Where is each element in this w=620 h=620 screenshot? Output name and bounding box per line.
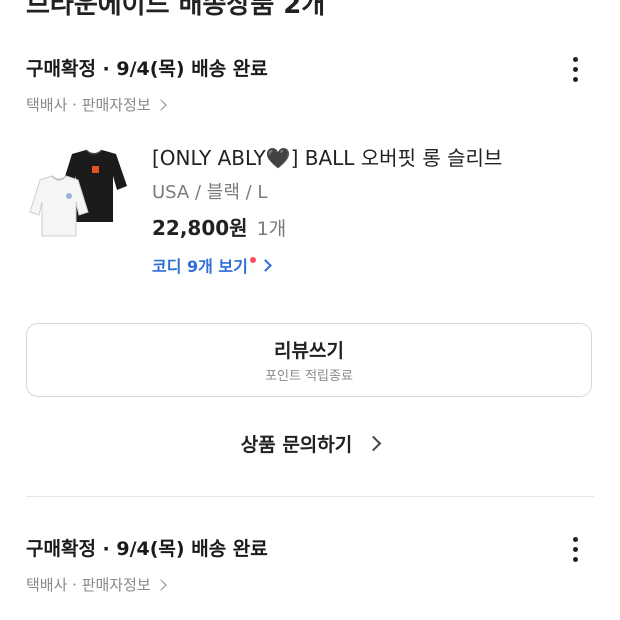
coordi-link[interactable]: 코디 9개 보기 (152, 253, 272, 277)
write-review-button[interactable]: 리뷰쓰기 포인트 적립종료 (26, 323, 592, 397)
coordi-link-label: 코디 9개 보기 (152, 257, 248, 276)
order-header: 구매확정 · 9/4(목) 배송 완료 (26, 534, 594, 564)
order-status: 구매확정 · 9/4(목) 배송 완료 (26, 58, 268, 80)
chevron-right-icon (155, 98, 167, 111)
product-image[interactable] (28, 140, 128, 240)
order-status: 구매확정 · 9/4(목) 배송 완료 (26, 538, 268, 560)
divider (26, 496, 594, 497)
more-vertical-icon[interactable] (570, 54, 580, 84)
product-option: USA / 블랙 / L (152, 182, 268, 203)
review-button-sub: 포인트 적립종료 (265, 369, 353, 384)
seller-info-label: 택배사 · 판매자정보 (26, 576, 151, 594)
product-quantity: 1개 (256, 218, 287, 240)
product-price: 22,800원 (152, 216, 248, 240)
seller-info-link[interactable]: 택배사 · 판매자정보 (26, 94, 167, 115)
more-vertical-icon[interactable] (570, 534, 580, 564)
review-button-label: 리뷰쓰기 (274, 340, 344, 362)
seller-info-label: 택배사 · 판매자정보 (26, 96, 151, 114)
chevron-right-icon (259, 258, 272, 272)
product-inquiry-link[interactable]: 상품 문의하기 (0, 430, 620, 457)
seller-info-link[interactable]: 택배사 · 판매자정보 (26, 574, 167, 595)
notification-dot (249, 257, 256, 263)
price-row: 22,800원 1개 (152, 212, 286, 241)
order-header: 구매확정 · 9/4(목) 배송 완료 (26, 54, 594, 84)
product-name[interactable]: [ONLY ABLY🖤] BALL 오버핏 롱 슬리브 (152, 142, 502, 171)
chevron-right-icon (365, 435, 382, 452)
chevron-right-icon (155, 578, 167, 591)
section-title: 브라운에이드 배송상품 2개 (26, 0, 326, 20)
inquiry-label: 상품 문의하기 (240, 434, 353, 456)
